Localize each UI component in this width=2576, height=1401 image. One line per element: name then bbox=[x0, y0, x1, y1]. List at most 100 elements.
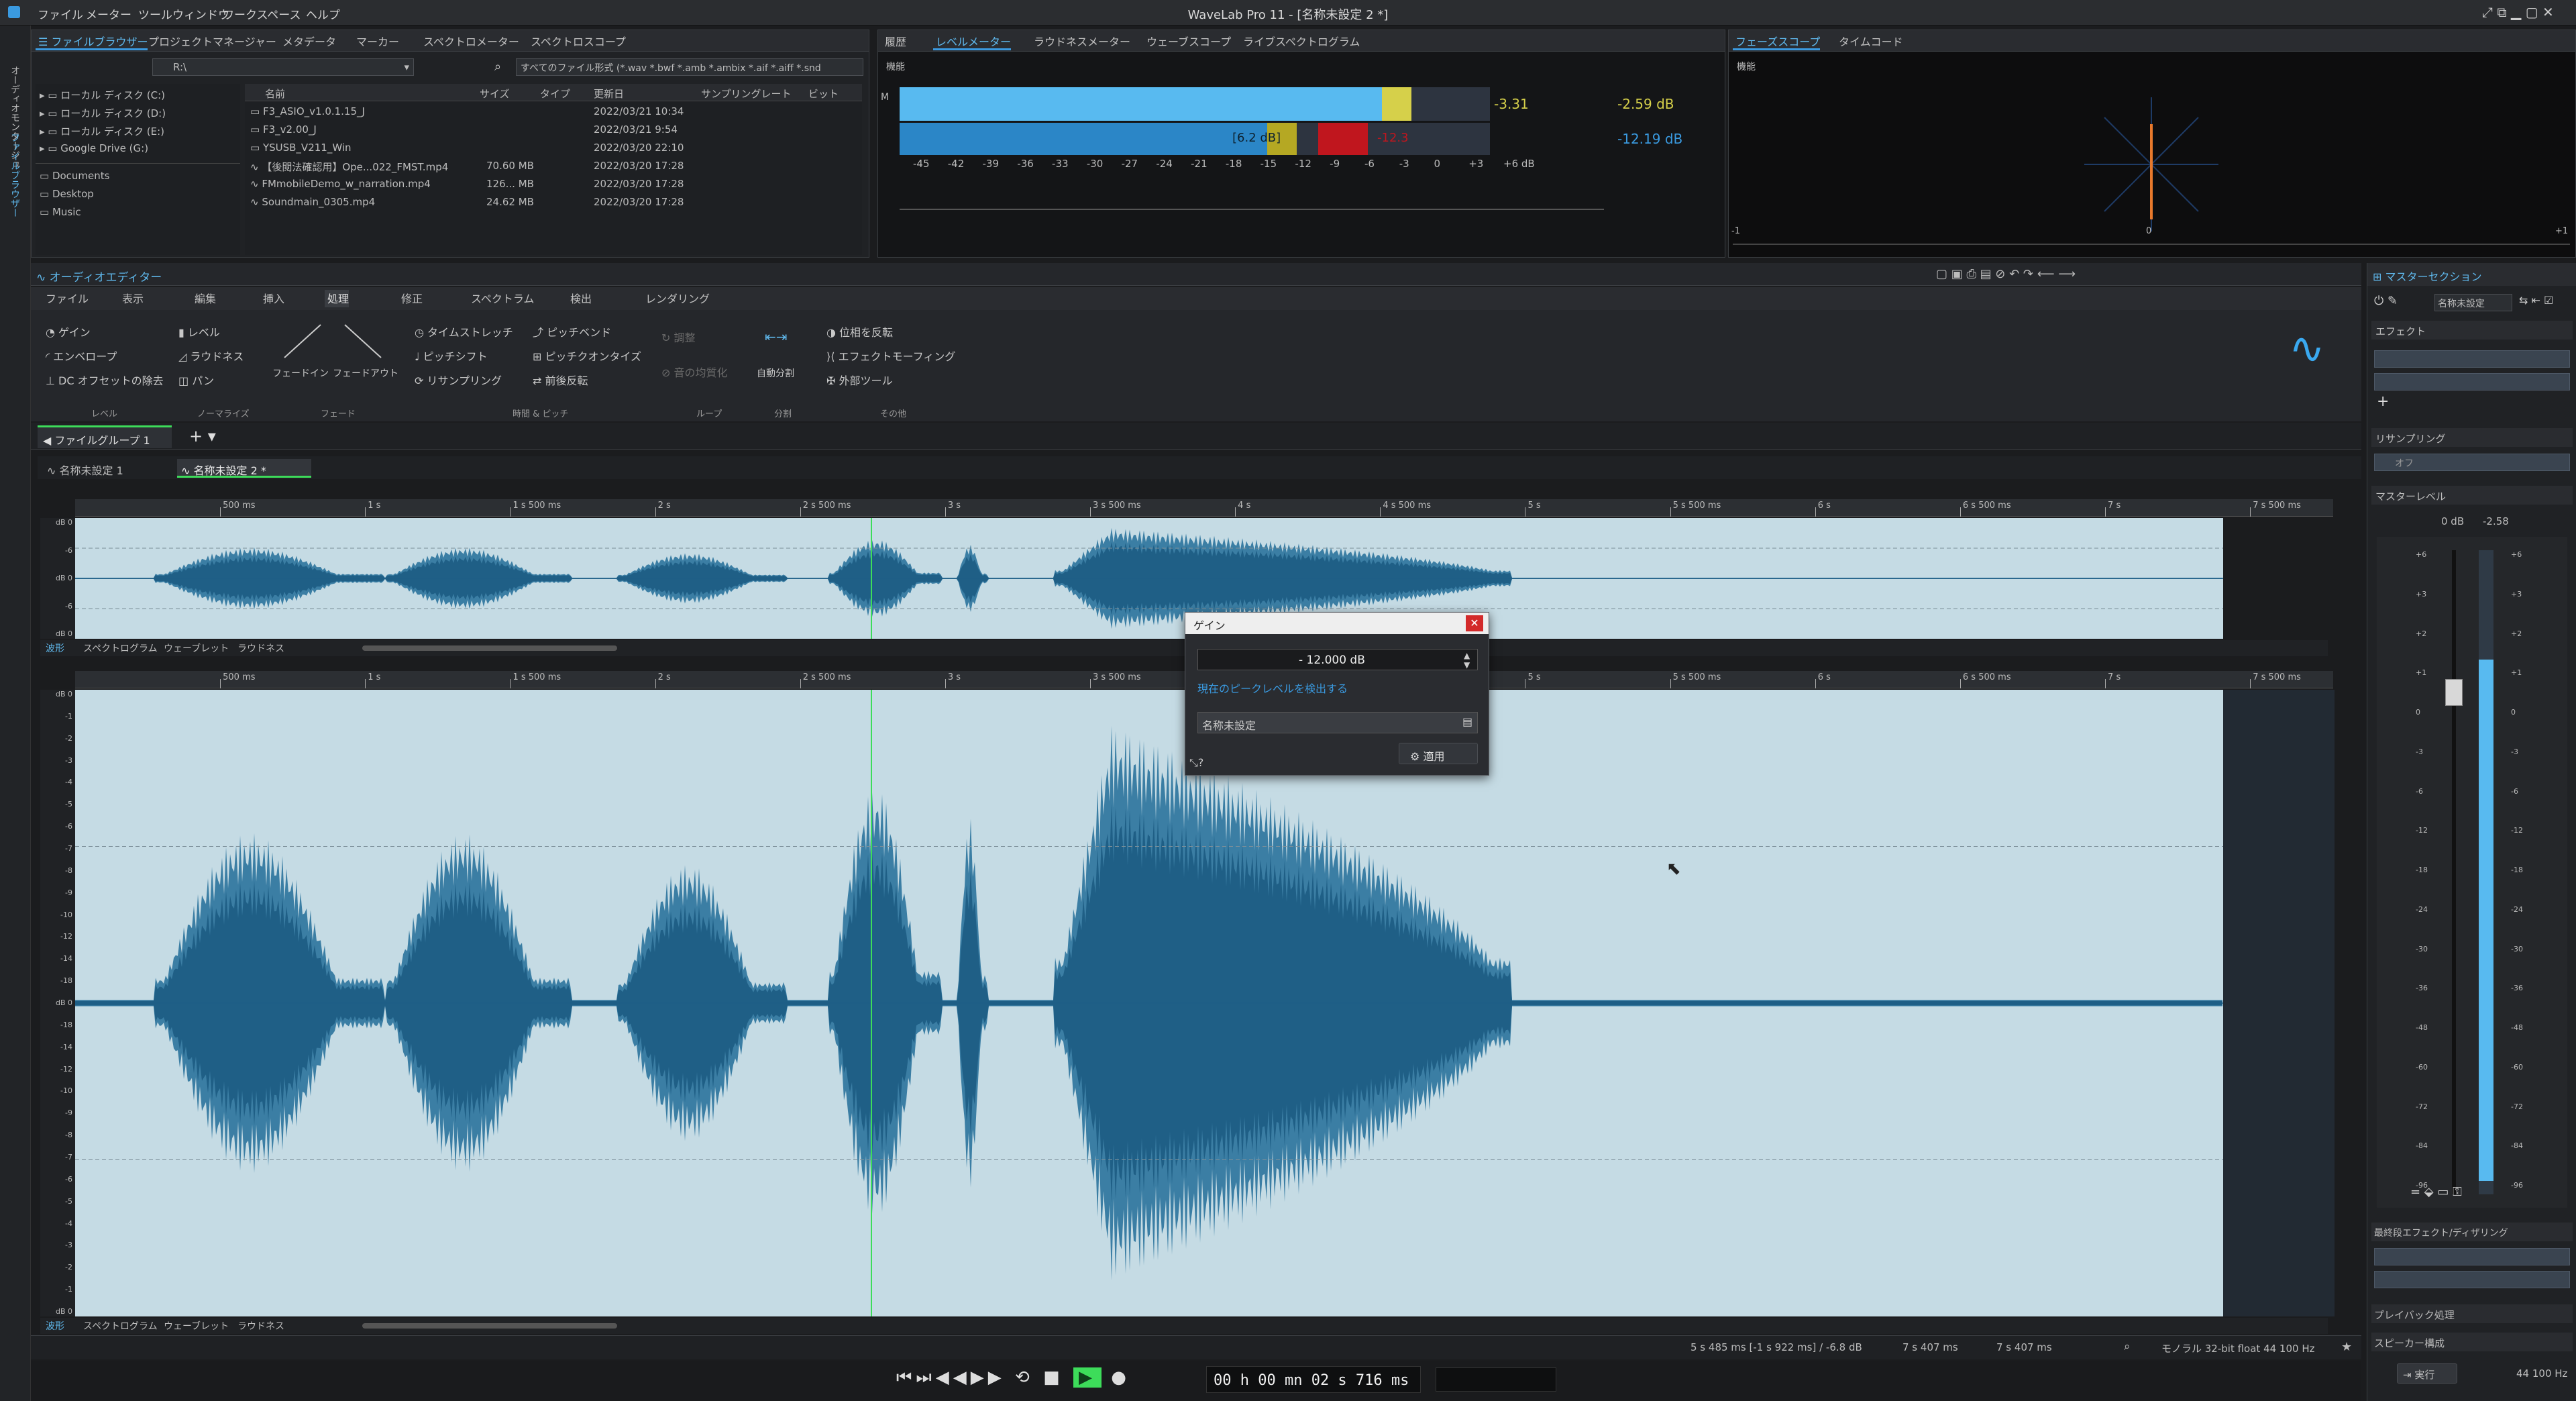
tab-project-manager[interactable]: プロジェクトマネージャー bbox=[146, 33, 276, 50]
table-row[interactable]: ∿ Soundmain_0305.mp4 24.62 MB 2022/03/20 1… bbox=[250, 196, 854, 208]
tab-timecode[interactable]: タイムコード bbox=[1836, 33, 1903, 50]
resampling-button[interactable]: ⟳ リサンプリング bbox=[415, 372, 502, 388]
add-group-button[interactable]: + ▾ bbox=[189, 427, 216, 446]
help-icon[interactable]: ⤡? bbox=[1189, 756, 1203, 770]
add-effect-button[interactable]: + bbox=[2377, 393, 2389, 410]
pan-normalize-button[interactable]: ◫ パン bbox=[178, 372, 214, 388]
doc-tab-untitled-2[interactable]: ∿ 名称未設定 2 * bbox=[177, 459, 311, 478]
effect-morphing-button[interactable]: ⟩⟨ エフェクトモーフィング bbox=[826, 348, 955, 364]
tree-item[interactable]: ▸ ▭ Google Drive (G:) bbox=[40, 142, 148, 154]
tab-loudness-meter[interactable]: ラウドネスメーター bbox=[1031, 33, 1130, 50]
gain-value-field[interactable]: - 12.000 dB ▲ ▼ bbox=[1197, 649, 1478, 670]
view-tab-wavelet[interactable]: ウェーブレット bbox=[164, 1319, 229, 1333]
render-button[interactable]: ⇥ 実行 bbox=[2397, 1363, 2457, 1384]
ribbon-tab-render[interactable]: レンダリング bbox=[643, 290, 710, 307]
auto-split-button[interactable]: 自動分割 bbox=[757, 366, 794, 380]
window-controls[interactable]: ⤢ ⧉ ▁ ▢ ✕ bbox=[2482, 4, 2554, 20]
tree-item[interactable]: ▸ ▭ ローカル ディスク (E:) bbox=[40, 124, 164, 138]
time-display[interactable]: 00 h 00 mn 02 s 716 ms bbox=[1206, 1366, 1421, 1393]
fade-in-icon[interactable] bbox=[279, 321, 326, 361]
envelope-button[interactable]: ◜ エンベロープ bbox=[46, 348, 117, 364]
loudness-normalize-button[interactable]: ◿ ラウドネス bbox=[178, 348, 244, 364]
status-length-2[interactable]: 7 s 407 ms bbox=[1996, 1341, 2052, 1353]
master-preset-field[interactable]: 名称未設定 bbox=[2434, 294, 2512, 311]
tab-wavescope[interactable]: ウェーブスコープ bbox=[1144, 33, 1231, 50]
ribbon-tab-process[interactable]: 処理 bbox=[325, 290, 350, 307]
ribbon-tab-detect[interactable]: 検出 bbox=[568, 290, 592, 307]
tab-phase-scope[interactable]: フェーズスコープ bbox=[1733, 33, 1821, 50]
table-row[interactable]: ▭ F3_ASIO_v1.0.1.15_J 2022/03/21 10:34 bbox=[250, 105, 854, 117]
main-waveform[interactable] bbox=[75, 690, 2223, 1316]
column-samplerate[interactable]: サンプリングレート bbox=[701, 87, 792, 101]
apply-button[interactable]: ⚙ 適用 bbox=[1399, 743, 1478, 764]
view-tab-spectrogram[interactable]: スペクトログラム bbox=[83, 1319, 158, 1333]
preset-save-icon[interactable]: ▤ bbox=[1462, 715, 1472, 728]
view-tab-waveform[interactable]: 波形 bbox=[46, 641, 64, 655]
path-field[interactable]: R:\ ▾ bbox=[152, 58, 414, 76]
column-size[interactable]: サイズ bbox=[480, 87, 510, 101]
fade-in-button[interactable]: フェードイン bbox=[272, 366, 329, 380]
view-tab-waveform[interactable]: 波形 bbox=[46, 1319, 64, 1333]
ribbon-tab-spectrum[interactable]: スペクトラム bbox=[468, 290, 534, 307]
tab-level-meter[interactable]: レベルメーター bbox=[933, 33, 1012, 50]
overview-waveform[interactable] bbox=[75, 518, 2223, 639]
pitch-bend-button[interactable]: ⤴ ピッチベンド bbox=[533, 323, 611, 340]
gain-button[interactable]: ◔ ゲイン bbox=[46, 323, 91, 340]
loop-adjust-button[interactable]: ↻ 調整 bbox=[661, 329, 696, 345]
fade-out-button[interactable]: フェードアウト bbox=[333, 366, 398, 380]
tab-spectrometer[interactable]: スペクトロメーター bbox=[421, 33, 519, 50]
ribbon-tab-edit[interactable]: 編集 bbox=[192, 290, 216, 307]
status-format[interactable]: モノラル 32-bit float 44 100 Hz bbox=[2161, 1341, 2314, 1355]
view-tab-loudness[interactable]: ラウドネス bbox=[237, 641, 284, 655]
tab-live-spectrogram[interactable]: ライブスペクトログラム bbox=[1240, 33, 1360, 50]
preset-field[interactable]: 名称未設定 ▤ bbox=[1197, 712, 1478, 733]
reverse-button[interactable]: ⇄ 前後反転 bbox=[533, 372, 588, 388]
column-date[interactable]: 更新日 bbox=[594, 87, 624, 101]
func-label[interactable]: 機能 bbox=[886, 60, 905, 73]
effect-slot[interactable] bbox=[2374, 350, 2570, 368]
column-bits[interactable]: ビット bbox=[808, 87, 839, 101]
column-type[interactable]: タイプ bbox=[540, 87, 570, 101]
external-tools-button[interactable]: ✠ 外部ツール bbox=[826, 372, 893, 388]
tree-item[interactable]: ▸ ▭ ローカル ディスク (C:) bbox=[40, 88, 165, 102]
overview-ruler[interactable]: 500 ms 1 s 1 s 500 ms 2 s 2 s 500 ms 3 s 3 s 5… bbox=[75, 499, 2333, 517]
final-effect-slot[interactable] bbox=[2374, 1271, 2570, 1288]
invert-phase-button[interactable]: ◑ 位相を反転 bbox=[826, 323, 893, 340]
file-filter-select[interactable]: すべてのファイル形式 (*.wav *.bwf *.amb *.ambix *.… bbox=[516, 58, 863, 76]
tree-item[interactable]: ▸ ▭ ローカル ディスク (D:) bbox=[40, 106, 166, 120]
master-toolbar-icons[interactable]: ⇆ ⇤ ☑ bbox=[2519, 294, 2553, 307]
resampling-slot[interactable]: オフ bbox=[2374, 454, 2570, 471]
power-icon[interactable]: ⏻ ✎ bbox=[2374, 294, 2398, 308]
tree-item[interactable]: ▭ Music bbox=[40, 206, 81, 218]
doc-tab-untitled-1[interactable]: ∿ 名称未設定 1 bbox=[43, 459, 177, 478]
stepper-icon[interactable]: ▲ ▼ bbox=[1464, 651, 1470, 670]
final-effect-slot[interactable] bbox=[2374, 1248, 2570, 1265]
zoom-icon[interactable]: ⌕ bbox=[2124, 1340, 2131, 1353]
ribbon-tab-insert[interactable]: 挿入 bbox=[260, 290, 284, 307]
dc-offset-button[interactable]: ⊥ DC オフセットの除去 bbox=[46, 372, 164, 388]
search-icon[interactable]: ⌕ bbox=[494, 60, 501, 74]
tab-history[interactable]: 履歴 bbox=[882, 33, 906, 50]
effect-slot[interactable] bbox=[2374, 373, 2570, 391]
tree-item[interactable]: ▭ Documents bbox=[40, 170, 109, 182]
table-row[interactable]: ∿ FMmobileDemo_w_narration.mp4 126... MB 2… bbox=[250, 178, 854, 190]
fade-out-icon[interactable] bbox=[339, 321, 386, 361]
pitch-shift-button[interactable]: ♩ ピッチシフト bbox=[415, 348, 488, 364]
table-row[interactable]: ▭ F3_v2.00_J 2022/03/21 9:54 bbox=[250, 123, 854, 136]
main-scrollbar[interactable] bbox=[362, 1323, 617, 1329]
loop-homogenize-button[interactable]: ⊘ 音の均質化 bbox=[661, 364, 728, 380]
column-name[interactable]: 名前 bbox=[265, 87, 285, 101]
table-row[interactable]: ▭ YSUSB_V211_Win 2022/03/20 22:10 bbox=[250, 142, 854, 154]
overview-scrollbar[interactable] bbox=[362, 645, 617, 651]
editor-toolbar-icons[interactable]: ▢ ▣ ⎙ ▤ ⊘ ↶ ↷ ⟵ ⟶ bbox=[1936, 267, 2076, 281]
table-row[interactable]: ∿ 【後閲法確認用】Ope...022_FMST.mp4 70.60 MB 2022… bbox=[250, 160, 854, 174]
rail-tab-file-browser[interactable]: ファイルブラウザー bbox=[8, 133, 21, 217]
tab-file-browser[interactable]: ☰ ファイルブラウザー bbox=[36, 33, 148, 50]
view-tab-loudness[interactable]: ラウドネス bbox=[237, 1319, 284, 1333]
pitch-quantize-button[interactable]: ⊞ ピッチクオンタイズ bbox=[533, 348, 641, 364]
fader-handle[interactable] bbox=[2445, 679, 2463, 706]
func-label[interactable]: 機能 bbox=[1737, 60, 1756, 73]
split-icon[interactable]: ⇤⇥ bbox=[765, 329, 788, 345]
status-length-1[interactable]: 7 s 407 ms bbox=[1902, 1341, 1958, 1353]
ribbon-tab-view[interactable]: 表示 bbox=[119, 290, 144, 307]
